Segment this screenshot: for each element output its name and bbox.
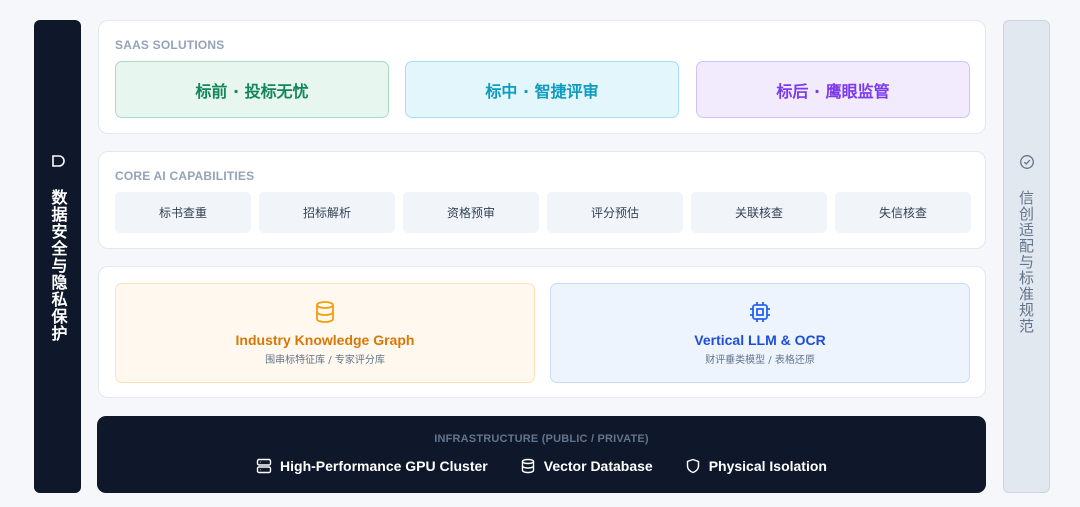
right-panel-label: 信创适配与标准规范 xyxy=(1017,190,1035,334)
vertical-llm-box[interactable]: Vertical LLM & OCR 财评垂类模型 / 表格还原 xyxy=(550,283,970,383)
capability-item[interactable]: 评分预估 xyxy=(547,192,683,233)
saas-post-bid[interactable]: 标后 · 鹰眼监管 xyxy=(696,61,970,118)
left-panel-label: 数据安全与隐私保护 xyxy=(48,189,68,342)
core-ai-capabilities-section: CORE AI CAPABILITIES 标书查重 招标解析 资格预审 评分预估… xyxy=(98,151,986,249)
capability-item[interactable]: 标书查重 xyxy=(115,192,251,233)
saas-pre-bid[interactable]: 标前 · 投标无忧 xyxy=(115,61,389,118)
right-standards-panel: 信创适配与标准规范 xyxy=(1003,20,1050,493)
chip-icon xyxy=(750,302,770,322)
database-icon xyxy=(521,458,534,474)
capability-item[interactable]: 招标解析 xyxy=(259,192,395,233)
database-icon xyxy=(316,301,334,323)
infrastructure-section: INFRASTRUCTURE (PUBLIC / PRIVATE) High-P… xyxy=(97,416,986,493)
knowledge-graph-box[interactable]: Industry Knowledge Graph 围串标特征库 / 专家评分库 xyxy=(115,283,535,383)
vertical-llm-subtitle: 财评垂类模型 / 表格还原 xyxy=(705,355,815,366)
shield-icon xyxy=(51,155,65,167)
server-icon xyxy=(256,458,272,474)
knowledge-graph-subtitle: 围串标特征库 / 专家评分库 xyxy=(265,355,385,366)
infra-item-label: High-Performance GPU Cluster xyxy=(280,458,488,474)
capability-item[interactable]: 失信核查 xyxy=(835,192,971,233)
shield-icon xyxy=(686,458,699,474)
knowledge-graph-title: Industry Knowledge Graph xyxy=(235,332,415,348)
saas-section-title: SAAS SOLUTIONS xyxy=(115,38,225,52)
infra-item-gpu-cluster: High-Performance GPU Cluster xyxy=(256,458,488,474)
capability-item[interactable]: 关联核查 xyxy=(691,192,827,233)
infra-item-vector-db: Vector Database xyxy=(520,458,653,474)
saas-mid-bid[interactable]: 标中 · 智捷评审 xyxy=(405,61,679,118)
saas-solutions-section: SAAS SOLUTIONS 标前 · 投标无忧 标中 · 智捷评审 标后 · … xyxy=(98,20,986,134)
infrastructure-title: INFRASTRUCTURE (PUBLIC / PRIVATE) xyxy=(434,433,649,445)
foundation-section: Industry Knowledge Graph 围串标特征库 / 专家评分库 … xyxy=(98,266,986,398)
core-section-title: CORE AI CAPABILITIES xyxy=(115,169,255,183)
infra-item-label: Vector Database xyxy=(543,458,653,474)
vertical-llm-title: Vertical LLM & OCR xyxy=(694,332,826,348)
infra-item-physical-isolation: Physical Isolation xyxy=(685,458,827,474)
capability-item[interactable]: 资格预审 xyxy=(403,192,539,233)
infra-item-label: Physical Isolation xyxy=(708,458,827,474)
check-circle-icon xyxy=(1019,155,1034,169)
left-security-panel: 数据安全与隐私保护 xyxy=(34,20,81,493)
